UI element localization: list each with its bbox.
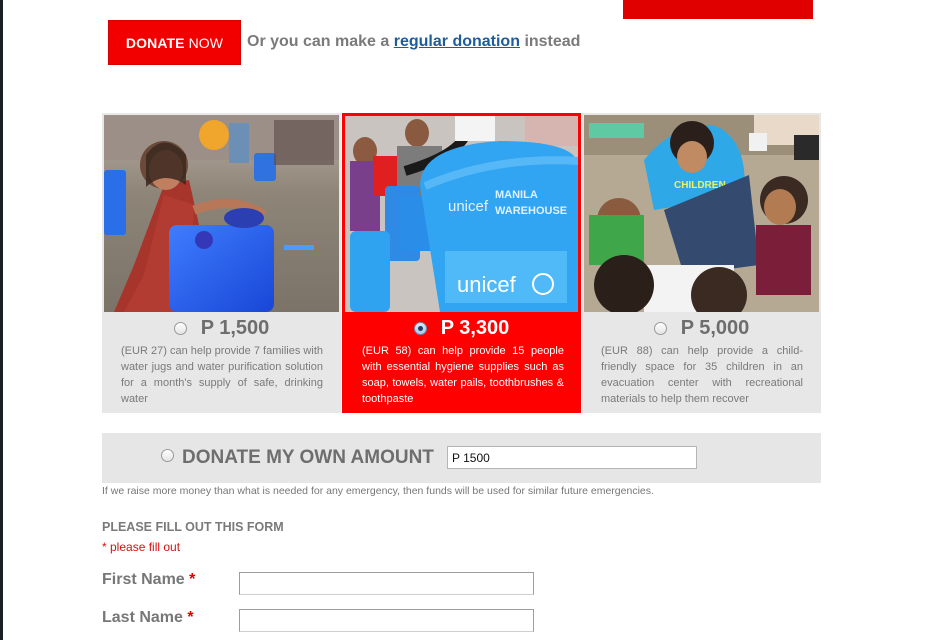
option-radio-1500[interactable] bbox=[173, 321, 187, 335]
last-name-label: Last Name * bbox=[102, 609, 194, 627]
required-asterisk: * bbox=[187, 609, 194, 626]
option-price-row: P 5,000 bbox=[582, 315, 821, 341]
option-price: P 5,000 bbox=[680, 316, 750, 339]
option-price-row: P 1,500 bbox=[102, 315, 341, 341]
donate-now-button[interactable]: DONATE NOW bbox=[108, 20, 241, 65]
first-name-input[interactable] bbox=[239, 572, 534, 595]
donate-now-label-bold: DONATE bbox=[125, 34, 185, 51]
last-name-input[interactable] bbox=[239, 609, 534, 632]
girl-with-water-jug-photo bbox=[104, 115, 339, 312]
option-price: P 1,500 bbox=[200, 316, 270, 339]
option-price-row: P 3,300 bbox=[342, 315, 581, 341]
unicef-text: unicef bbox=[448, 198, 489, 215]
unicef-logo-text: unicef bbox=[457, 272, 517, 297]
regular-donation-link[interactable]: regular donation bbox=[394, 33, 520, 50]
surplus-funds-note: If we raise more money than what is need… bbox=[102, 485, 654, 497]
alt-suffix: instead bbox=[524, 33, 581, 50]
donation-options: P 1,500 (EUR 27) can help provide 7 fami… bbox=[102, 113, 821, 413]
own-amount-label: DONATE MY OWN AMOUNT bbox=[182, 447, 434, 468]
donation-option-card-selected[interactable]: unicef MANILA WAREHOUSE unicef P 3,300 (… bbox=[342, 113, 581, 413]
manila-text: MANILA bbox=[495, 189, 538, 201]
volunteer-with-children-photo: CHILDREN bbox=[584, 115, 819, 312]
option-radio-5000[interactable] bbox=[653, 321, 667, 335]
donate-now-label: NOW bbox=[188, 34, 224, 51]
window-left-edge bbox=[0, 0, 3, 640]
required-asterisk: * bbox=[189, 571, 196, 588]
option-description: (EUR 27) can help provide 7 families wit… bbox=[121, 345, 323, 405]
own-amount-input[interactable] bbox=[447, 446, 697, 469]
first-name-label: First Name * bbox=[102, 571, 195, 589]
own-amount-radio[interactable] bbox=[161, 449, 174, 462]
regular-donation-prompt: Or you can make a regular donation inste… bbox=[247, 33, 580, 51]
donation-option-card[interactable]: P 1,500 (EUR 27) can help provide 7 fami… bbox=[102, 113, 341, 413]
option-description: (EUR 58) can help provide 15 people with… bbox=[362, 345, 564, 405]
form-heading: PLEASE FILL OUT THIS FORM bbox=[102, 520, 284, 534]
donation-option-card[interactable]: CHILDREN P 5,000 (EUR 88) can help provi… bbox=[582, 113, 821, 413]
own-amount-row: DONATE MY OWN AMOUNT bbox=[102, 433, 821, 483]
first-name-label-text: First Name bbox=[102, 571, 185, 588]
alt-prefix: Or you can make a bbox=[247, 33, 390, 50]
unicef-buckets-photo: unicef MANILA WAREHOUSE unicef bbox=[345, 116, 578, 312]
option-description: (EUR 88) can help provide a child-friend… bbox=[601, 345, 803, 405]
required-note: * please fill out bbox=[102, 540, 181, 554]
last-name-label-text: Last Name bbox=[102, 609, 183, 626]
warehouse-text: WAREHOUSE bbox=[495, 205, 567, 217]
top-red-banner bbox=[623, 0, 813, 19]
option-radio-3300[interactable] bbox=[413, 321, 427, 335]
option-price: P 3,300 bbox=[440, 316, 510, 339]
